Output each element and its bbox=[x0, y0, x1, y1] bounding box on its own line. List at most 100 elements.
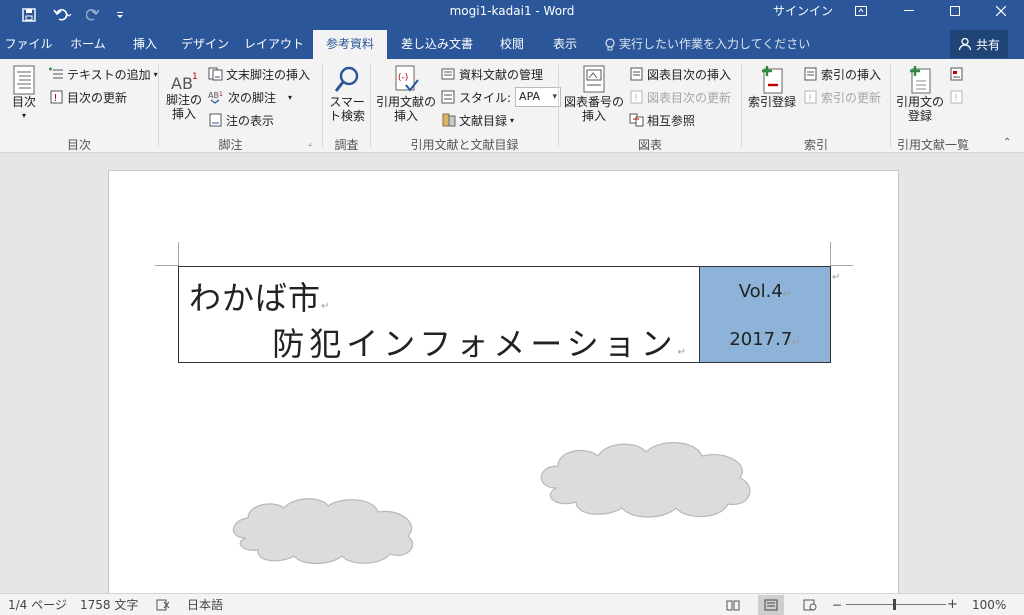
show-notes-button[interactable]: 注の表示 bbox=[208, 111, 274, 129]
title-cell[interactable]: わかば市↵ 防犯インフォメーション↵ bbox=[179, 267, 699, 363]
crop-mark bbox=[178, 242, 179, 266]
cross-reference-button[interactable]: 相互参照 bbox=[629, 111, 695, 129]
header-table[interactable]: わかば市↵ 防犯インフォメーション↵ Vol.4↵ 2017.7↵ bbox=[178, 266, 831, 363]
save-icon[interactable] bbox=[18, 0, 40, 30]
insert-index-icon bbox=[803, 67, 819, 81]
add-text-button[interactable]: テキストの追加 ▾ bbox=[49, 65, 158, 83]
mark-entry-icon bbox=[758, 65, 786, 95]
update-index-label: 索引の更新 bbox=[821, 90, 882, 105]
zoom-in-icon[interactable]: + bbox=[947, 594, 958, 615]
insert-caption-label: 図表番号の 挿入 bbox=[563, 95, 624, 123]
update-table-button[interactable]: ! 図表目次の更新 bbox=[629, 88, 731, 106]
smart-lookup-button[interactable]: スマー ト検索 bbox=[329, 65, 365, 123]
print-layout-icon[interactable] bbox=[758, 595, 784, 615]
update-toc-button[interactable]: ! 目次の更新 bbox=[49, 88, 127, 106]
ribbon-display-options-icon[interactable] bbox=[838, 0, 884, 22]
paragraph-mark: ↵ bbox=[321, 301, 331, 312]
svg-text:!: ! bbox=[634, 93, 638, 104]
proofing-icon[interactable] bbox=[156, 594, 170, 615]
svg-text:!: ! bbox=[808, 93, 812, 104]
maximize-icon[interactable] bbox=[932, 0, 978, 22]
ribbon-tabs: ファイル ホーム 挿入 デザイン レイアウト 参考資料 差し込み文書 校閲 表示… bbox=[0, 30, 1024, 59]
tell-me-box[interactable]: 実行したい作業を入力してください bbox=[605, 30, 810, 59]
insert-table-of-authorities-icon[interactable] bbox=[949, 65, 965, 83]
document-page[interactable] bbox=[108, 170, 899, 595]
language-indicator[interactable]: 日本語 bbox=[187, 594, 223, 615]
insert-footnote-button[interactable]: AB 1 脚注の 挿入 bbox=[164, 71, 204, 121]
svg-text:1: 1 bbox=[192, 72, 198, 82]
zoom-slider-thumb[interactable] bbox=[893, 599, 896, 610]
tab-layout[interactable]: レイアウト bbox=[242, 30, 306, 59]
zoom-level[interactable]: 100% bbox=[972, 594, 1006, 615]
tab-review[interactable]: 校閲 bbox=[490, 30, 534, 59]
cloud-shape[interactable] bbox=[228, 494, 418, 566]
update-table-of-authorities-icon[interactable]: ! bbox=[949, 88, 965, 106]
tab-view[interactable]: 表示 bbox=[542, 30, 588, 59]
cloud-shape[interactable] bbox=[536, 438, 758, 520]
minimize-icon[interactable] bbox=[886, 0, 932, 22]
insert-citation-label: 引用文献の 挿入 bbox=[376, 95, 437, 123]
tab-mailings[interactable]: 差し込み文書 bbox=[394, 30, 480, 59]
add-text-label: テキストの追加 bbox=[67, 67, 151, 82]
group-separator bbox=[158, 65, 159, 147]
group-label-research: 調査 bbox=[334, 138, 359, 152]
insert-citation-button[interactable]: (-) 引用文献の 挿入 bbox=[376, 65, 436, 123]
mark-citation-label: 引用文の 登録 bbox=[895, 95, 944, 123]
group-separator bbox=[741, 65, 742, 147]
show-notes-icon bbox=[208, 113, 224, 127]
toc-button[interactable]: 目次 ▾ bbox=[8, 65, 40, 123]
mark-citation-button[interactable]: 引用文の 登録 bbox=[895, 65, 945, 123]
chevron-down-icon: ▾ bbox=[21, 111, 26, 120]
read-mode-icon[interactable] bbox=[720, 595, 746, 615]
next-footnote-label: 次の脚注 bbox=[228, 90, 277, 105]
toc-label: 目次 bbox=[11, 95, 36, 109]
svg-text:(-): (-) bbox=[398, 73, 408, 83]
manage-sources-label: 資料文献の管理 bbox=[459, 67, 544, 82]
share-button[interactable]: 共有 bbox=[950, 30, 1008, 58]
update-toc-label: 目次の更新 bbox=[67, 90, 128, 105]
page-count[interactable]: 1/4 ページ bbox=[8, 594, 67, 615]
web-layout-icon[interactable] bbox=[797, 595, 823, 615]
mark-entry-button[interactable]: 索引登録 bbox=[746, 65, 798, 109]
customize-qat-icon[interactable] bbox=[112, 0, 128, 30]
update-index-button[interactable]: ! 索引の更新 bbox=[803, 88, 881, 106]
tab-home[interactable]: ホーム bbox=[62, 30, 114, 59]
tab-design[interactable]: デザイン bbox=[175, 30, 235, 59]
zoom-out-icon[interactable]: − bbox=[832, 594, 842, 615]
undo-icon[interactable] bbox=[48, 0, 78, 30]
style-selector[interactable]: スタイル: APA bbox=[441, 87, 562, 107]
signin-link[interactable]: サインイン bbox=[773, 2, 833, 19]
tab-references[interactable]: 参考資料 bbox=[313, 30, 387, 59]
issue-cell[interactable]: Vol.4↵ 2017.7↵ bbox=[699, 267, 830, 362]
insert-table-of-figures-button[interactable]: 図表目次の挿入 bbox=[629, 65, 731, 83]
update-table-icon: ! bbox=[629, 90, 645, 104]
manage-sources-button[interactable]: 資料文献の管理 bbox=[441, 65, 543, 83]
redo-icon[interactable] bbox=[84, 0, 102, 30]
collapse-ribbon-icon[interactable]: ⌃ bbox=[1003, 137, 1011, 148]
group-label-toc: 目次 bbox=[66, 138, 91, 152]
table-of-figures-icon bbox=[629, 67, 645, 81]
next-footnote-button[interactable]: AB 1 次の脚注 ▾ bbox=[208, 88, 292, 106]
group-separator bbox=[890, 65, 891, 147]
title-bar: mogi1-kadai1 - Word サインイン bbox=[0, 0, 1024, 30]
tab-file[interactable]: ファイル bbox=[0, 30, 57, 59]
magnifier-icon bbox=[333, 65, 361, 95]
close-icon[interactable] bbox=[978, 0, 1024, 22]
update-index-icon: ! bbox=[803, 90, 819, 104]
insert-footnote-label: 脚注の 挿入 bbox=[165, 93, 202, 121]
insert-caption-button[interactable]: 図表番号の 挿入 bbox=[563, 65, 625, 123]
bibliography-button[interactable]: 文献目録 ▾ bbox=[441, 111, 514, 129]
insert-index-button[interactable]: 索引の挿入 bbox=[803, 65, 881, 83]
insert-endnote-button[interactable]: 文末脚注の挿入 bbox=[208, 65, 310, 83]
toc-icon bbox=[12, 65, 36, 95]
tab-insert[interactable]: 挿入 bbox=[122, 30, 168, 59]
style-dropdown[interactable]: APA bbox=[515, 87, 562, 107]
crop-mark bbox=[830, 242, 831, 266]
word-count[interactable]: 1758 文字 bbox=[80, 594, 138, 615]
footnotes-dialog-launcher-icon[interactable]: ⌟ bbox=[308, 138, 312, 147]
caption-icon bbox=[581, 65, 607, 95]
paragraph-mark: ↵ bbox=[782, 289, 792, 300]
svg-text:1: 1 bbox=[219, 91, 223, 98]
chevron-down-icon: ▾ bbox=[288, 92, 293, 102]
zoom-slider-track[interactable] bbox=[846, 604, 946, 605]
